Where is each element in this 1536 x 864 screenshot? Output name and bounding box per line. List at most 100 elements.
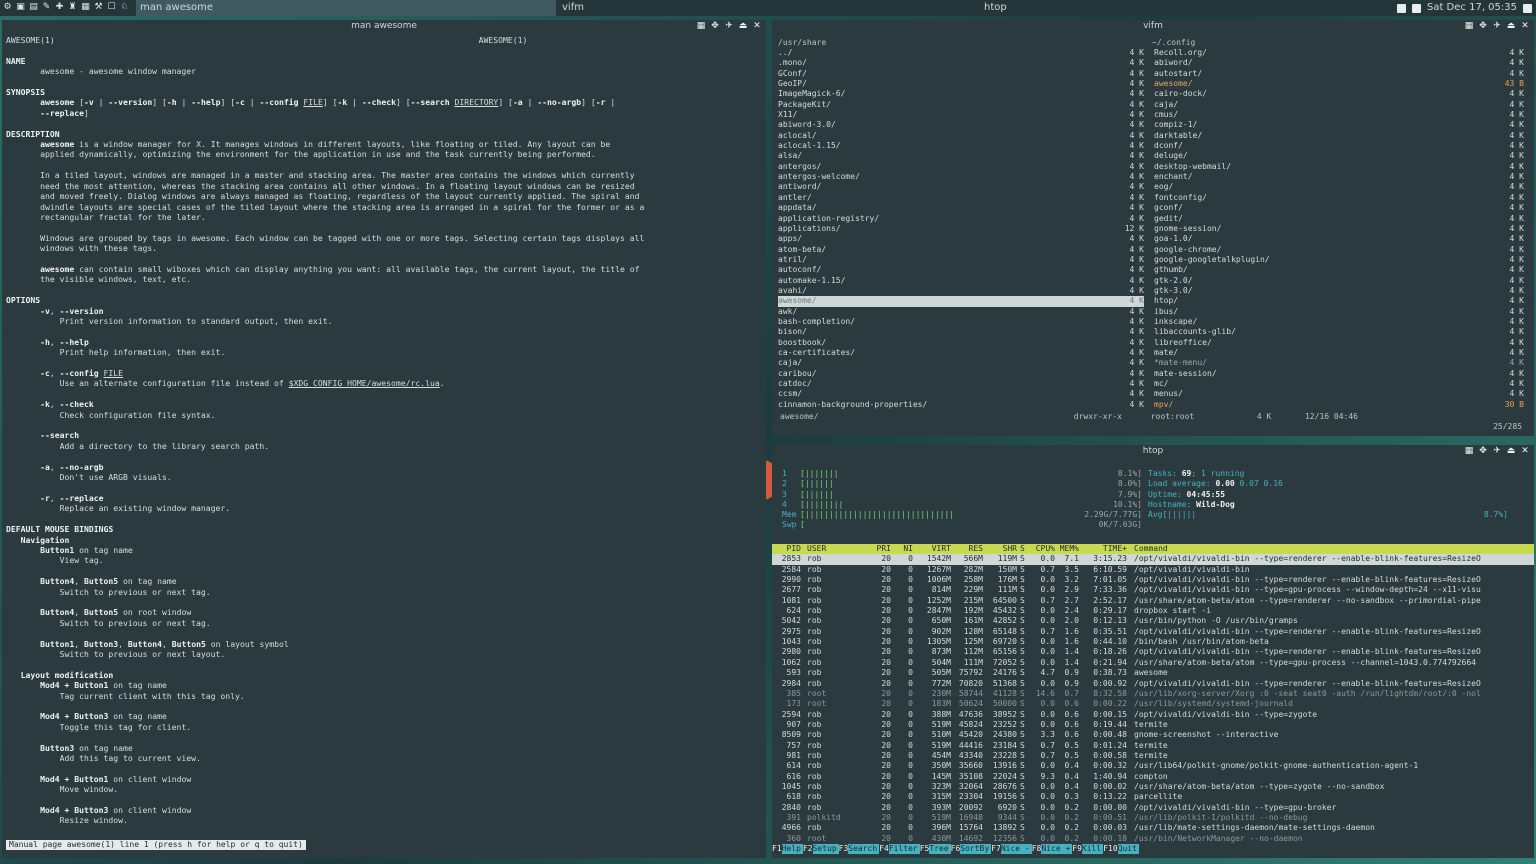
tag-8-icon[interactable]: ⚒ <box>93 2 104 13</box>
fkey-label[interactable]: Search <box>848 844 880 854</box>
file-row[interactable]: autoconf/4 K <box>778 265 1144 275</box>
file-row[interactable]: automake-1.15/4 K <box>778 276 1144 286</box>
process-row[interactable]: 4966 rob 20 0 396M 15764 13892 S 0.0 0.2 0:00.03/u… <box>772 823 1534 833</box>
maximize-icon[interactable]: ⏏ <box>738 21 748 31</box>
tag-2-icon[interactable]: ▣ <box>15 2 26 13</box>
floating-icon[interactable]: ▦ <box>696 21 706 31</box>
file-row[interactable]: boostbook/4 K <box>778 338 1144 348</box>
column-header-user[interactable]: USER <box>804 544 860 554</box>
fkey-label[interactable]: Nice + <box>1041 844 1073 854</box>
htop-titlebar[interactable]: htop ▦ ✥ ✈ ⏏ ✕ <box>772 445 1534 458</box>
file-row[interactable]: ../ 4 K <box>778 48 1144 58</box>
sticky-icon[interactable]: ✥ <box>710 21 720 31</box>
process-row[interactable]: 618 rob 20 0 315M 23304 19156 S 0.0 0.3 0:13.22 par… <box>772 792 1534 802</box>
fkey-label[interactable]: Quit <box>1117 844 1139 854</box>
process-table-header[interactable]: PID USER PRI NI VIRT RES SHR S CPU% MEM% TIME+ Comm… <box>772 544 1534 555</box>
column-header-cpu[interactable]: CPU% <box>1032 544 1058 554</box>
process-row[interactable]: 2840 rob 20 0 393M 20092 6920 S 0.0 0.2 0:00.00/op… <box>772 803 1534 813</box>
file-row[interactable]: enchant/4 K <box>1154 172 1524 182</box>
maximize-icon[interactable]: ⏏ <box>1506 21 1516 31</box>
process-row[interactable]: 1043 rob 20 0 1305M 125M 69720 S 0.0 1.6 0:44.10/b… <box>772 637 1534 647</box>
fkey-label[interactable]: Help <box>781 844 803 854</box>
file-row[interactable]: *mate-menu/4 K <box>1154 358 1524 368</box>
man-window[interactable]: man awesome ▦ ✥ ✈ ⏏ ✕ AWESOME(1) AWESOME… <box>2 20 766 858</box>
file-row[interactable]: mpv/30 B <box>1154 400 1524 410</box>
vifm-window[interactable]: vifm ▦ ✥ ✈ ⏏ ✕ /usr/share ~/.config ../ 4… <box>772 20 1534 436</box>
process-row[interactable]: 173 root 20 0 183M 50624 50000 S 0.0 0.6 0:00.22/u… <box>772 699 1534 709</box>
file-row[interactable]: ccsm/4 K <box>778 389 1144 399</box>
file-row[interactable]: mate-session/4 K <box>1154 369 1524 379</box>
file-row[interactable]: X11/4 K <box>778 110 1144 120</box>
file-row[interactable]: abiword-3.0/4 K <box>778 120 1144 130</box>
file-row[interactable]: menus/4 K <box>1154 389 1524 399</box>
file-row[interactable]: aclocal/4 K <box>778 131 1144 141</box>
file-row[interactable]: caja/4 K <box>778 358 1144 368</box>
fkey-f2[interactable]: F2 <box>803 844 813 854</box>
file-row[interactable]: cmus/4 K <box>1154 110 1524 120</box>
file-row[interactable]: abiword/4 K <box>1154 58 1524 68</box>
process-row[interactable]: 360 root 20 0 430M 14692 12356 S 0.0 0.2 0:00.18/u… <box>772 834 1534 844</box>
fkey-f3[interactable]: F3 <box>839 844 849 854</box>
fkey-f5[interactable]: F5 <box>920 844 930 854</box>
ontop-icon[interactable]: ✈ <box>724 21 734 31</box>
file-row[interactable]: awesome/43 B <box>1154 79 1524 89</box>
process-row[interactable]: 1081 rob 20 0 1252M 215M 64500 S 0.7 2.7 2:52.17/u… <box>772 596 1534 606</box>
fkey-f10[interactable]: F10 <box>1103 844 1117 854</box>
process-row[interactable]: 5042 rob 20 0 650M 161M 42852 S 0.0 2.0 0:12.13/us… <box>772 616 1534 626</box>
process-row[interactable]: 2980 rob 20 0 873M 112M 65156 S 0.0 1.4 0:18.26/op… <box>772 647 1534 657</box>
column-header-shr[interactable]: SHR <box>986 544 1020 554</box>
file-row[interactable]: inkscape/4 K <box>1154 317 1524 327</box>
process-row[interactable]: 981 rob 20 0 454M 43340 23228 S 0.7 0.5 0:00.58 ter… <box>772 751 1534 761</box>
tag-10-icon[interactable]: ♘ <box>119 2 130 13</box>
file-row[interactable]: Recoll.org/4 K <box>1154 48 1524 58</box>
column-header-mem[interactable]: MEM% <box>1058 544 1082 554</box>
left-file-pane[interactable]: ../4 K .mono/4 K GConf/4 K GeoIP/4 K ImageMa… <box>778 48 1144 410</box>
file-row[interactable]: libreoffice/4 K <box>1154 338 1524 348</box>
file-row[interactable]: avahi/4 K <box>778 286 1144 296</box>
process-row[interactable]: 624 rob 20 0 2847M 192M 45432 S 0.0 2.4 0:29.17 dro… <box>772 606 1534 616</box>
fkey-label[interactable]: Tree <box>929 844 951 854</box>
column-header-ni[interactable]: NI <box>894 544 916 554</box>
process-row[interactable]: 2990 rob 20 0 1006M 258M 176M S 0.0 3.2 7:01.05/op… <box>772 575 1534 585</box>
file-row[interactable]: deluge/4 K <box>1154 151 1524 161</box>
file-row[interactable]: compiz-1/4 K <box>1154 120 1524 130</box>
file-row[interactable]: awk/4 K <box>778 307 1144 317</box>
file-row[interactable]: aclocal-1.15/4 K <box>778 141 1144 151</box>
file-row[interactable]: atril/4 K <box>778 255 1144 265</box>
column-header-pid[interactable]: PID <box>772 544 804 554</box>
floating-icon[interactable]: ▦ <box>1464 446 1474 456</box>
tag-4-icon[interactable]: ✎ <box>41 2 52 13</box>
column-header-command[interactable]: Command <box>1130 544 1534 554</box>
fkey-label[interactable]: Filter <box>888 844 920 854</box>
process-row[interactable]: 2853 rob 20 0 1542M 566M 119M S 0.0 7.1 3:15.23/op… <box>772 554 1534 565</box>
tag-9-icon[interactable]: ☐ <box>106 2 117 13</box>
process-row[interactable]: 391 polkitd 20 0 519M 16948 9344 S 0.0 0.2 0:00.51… <box>772 813 1534 823</box>
file-row[interactable]: desktop-webmail/4 K <box>1154 162 1524 172</box>
column-header-time[interactable]: TIME+ <box>1082 544 1130 554</box>
sticky-icon[interactable]: ✥ <box>1478 21 1488 31</box>
file-row[interactable]: bash-completion/4 K <box>778 317 1144 327</box>
file-row[interactable]: cairo-dock/4 K <box>1154 89 1524 99</box>
file-row[interactable]: ImageMagick-6/4 K <box>778 89 1144 99</box>
file-row[interactable]: ca-certificates/4 K <box>778 348 1144 358</box>
file-row[interactable]: gconf/4 K <box>1154 203 1524 213</box>
process-row[interactable]: 616 rob 20 0 145M 35108 22024 S 9.3 0.4 1:40.94 com… <box>772 772 1534 782</box>
file-row[interactable]: libaccounts-glib/4 K <box>1154 327 1524 337</box>
file-row[interactable]: caja/4 K <box>1154 100 1524 110</box>
process-row[interactable]: 2975 rob 20 0 902M 128M 65148 S 0.7 1.6 0:35.51/op… <box>772 627 1534 637</box>
column-header-virt[interactable]: VIRT <box>916 544 954 554</box>
file-row[interactable]: cinnamon-background-properties/4 K <box>778 400 1144 410</box>
fkey-label[interactable]: Setup <box>812 844 839 854</box>
file-row[interactable]: antergos-welcome/4 K <box>778 172 1144 182</box>
clipboard-icon[interactable] <box>1396 3 1406 13</box>
file-row[interactable]: antergos/4 K <box>778 162 1144 172</box>
task-htop[interactable]: htop <box>980 0 1400 16</box>
fkey-f4[interactable]: F4 <box>879 844 889 854</box>
file-row[interactable]: applications/12 K <box>778 224 1144 234</box>
close-icon[interactable]: ✕ <box>1520 21 1530 31</box>
file-row[interactable]: gthumb/4 K <box>1154 265 1524 275</box>
tag-6-icon[interactable]: ♜ <box>67 2 78 13</box>
sticky-icon[interactable]: ✥ <box>1478 446 1488 456</box>
process-row[interactable]: 8509 rob 20 0 510M 45420 24380 S 3.3 0.6 0:00.48 gn… <box>772 730 1534 740</box>
process-row[interactable]: 1045 rob 20 0 323M 32064 28676 S 0.0 0.4 0:00.02/u… <box>772 782 1534 792</box>
